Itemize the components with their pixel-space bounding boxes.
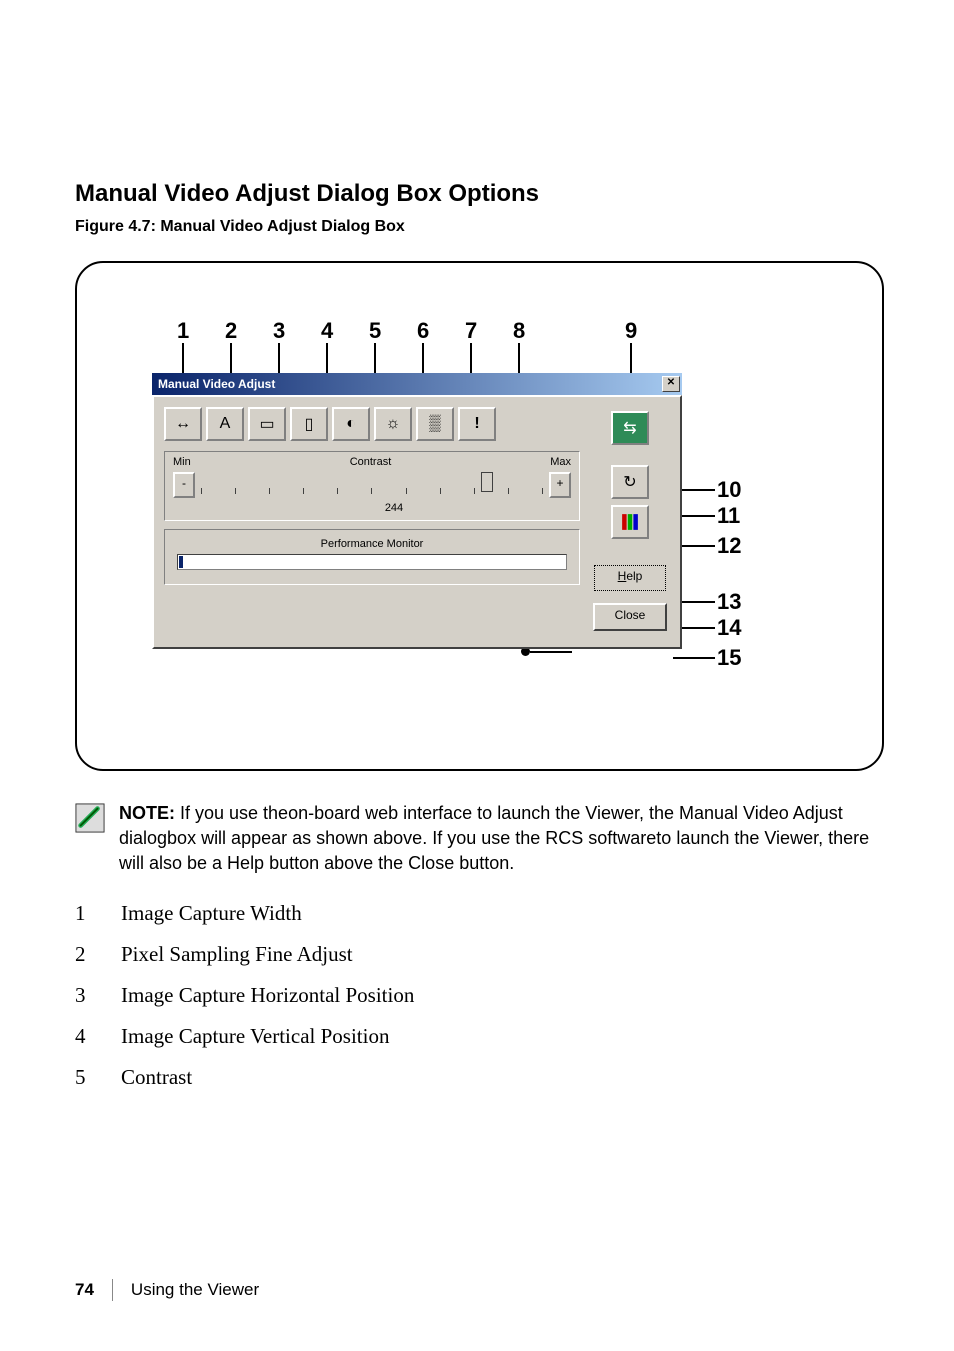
callout-13: 13 xyxy=(717,589,741,615)
auto-adjust-icon[interactable]: ⇆ xyxy=(611,411,649,445)
callout-line xyxy=(530,651,572,653)
legend-num: 2 xyxy=(75,942,93,967)
noise-icon[interactable]: ▒ xyxy=(416,407,454,441)
callout-7: 7 xyxy=(465,318,477,344)
performance-bar xyxy=(177,554,567,570)
callout-8: 8 xyxy=(513,318,525,344)
legend-item: 3 Image Capture Horizontal Position xyxy=(75,983,884,1008)
callout-3: 3 xyxy=(273,318,285,344)
callout-1: 1 xyxy=(177,318,189,344)
slider-decrement-button[interactable]: - xyxy=(173,472,195,498)
note-label: NOTE: xyxy=(119,803,175,823)
legend-num: 3 xyxy=(75,983,93,1008)
slider-max-label: Max xyxy=(550,456,571,468)
callout-10: 10 xyxy=(717,477,741,503)
legend-text: Image Capture Vertical Position xyxy=(121,1024,389,1049)
chapter-title: Using the Viewer xyxy=(131,1280,259,1300)
width-icon[interactable]: ↔ xyxy=(164,407,202,441)
legend-item: 1 Image Capture Width xyxy=(75,901,884,926)
callout-14: 14 xyxy=(717,615,741,641)
figure-caption: Figure 4.7: Manual Video Adjust Dialog B… xyxy=(75,218,884,236)
refresh-icon[interactable]: ↻ xyxy=(611,465,649,499)
close-icon[interactable]: ✕ xyxy=(662,376,680,392)
slider-track[interactable] xyxy=(201,470,543,500)
note-body: If you use theon-board web interface to … xyxy=(119,803,869,873)
legend-text: Image Capture Horizontal Position xyxy=(121,983,414,1008)
fine-adjust-icon[interactable]: A xyxy=(206,407,244,441)
help-button[interactable]: Help xyxy=(594,565,666,591)
legend-item: 4 Image Capture Vertical Position xyxy=(75,1024,884,1049)
footer-divider xyxy=(112,1279,113,1301)
callout-2: 2 xyxy=(225,318,237,344)
toolbar: ↔ A ▭ ▯ ◐ ☼ ▒ ! xyxy=(164,407,580,441)
callout-5: 5 xyxy=(369,318,381,344)
legend-item: 2 Pixel Sampling Fine Adjust xyxy=(75,942,884,967)
legend-num: 4 xyxy=(75,1024,93,1049)
section-heading: Manual Video Adjust Dialog Box Options xyxy=(75,180,884,208)
dialog-title: Manual Video Adjust xyxy=(158,377,275,391)
performance-panel: Performance Monitor xyxy=(164,529,580,585)
slider-value: 244 xyxy=(217,502,571,514)
horizontal-pos-icon[interactable]: ▭ xyxy=(248,407,286,441)
contrast-icon[interactable]: ◐ xyxy=(332,407,370,441)
callout-6: 6 xyxy=(417,318,429,344)
figure-frame: 1 2 3 4 5 6 7 8 9 10 11 12 13 14 15 xyxy=(75,261,884,771)
callout-15: 15 xyxy=(717,645,741,671)
color-bars-icon[interactable] xyxy=(611,505,649,539)
dialog-body: ↔ A ▭ ▯ ◐ ☼ ▒ ! Min Contrast xyxy=(152,395,682,649)
brightness-icon[interactable]: ☼ xyxy=(374,407,412,441)
note-block: NOTE: If you use theon-board web interfa… xyxy=(75,801,884,877)
callout-4: 4 xyxy=(321,318,333,344)
legend-num: 5 xyxy=(75,1065,93,1090)
slider-name: Contrast xyxy=(350,456,392,468)
legend-item: 5 Contrast xyxy=(75,1065,884,1090)
titlebar[interactable]: Manual Video Adjust ✕ xyxy=(152,373,682,395)
note-icon xyxy=(75,803,105,833)
priority-icon[interactable]: ! xyxy=(458,407,496,441)
close-button[interactable]: Close xyxy=(593,603,667,631)
legend-list: 1 Image Capture Width 2 Pixel Sampling Fin… xyxy=(75,901,884,1090)
page-number: 74 xyxy=(75,1280,94,1300)
callout-11: 11 xyxy=(717,503,740,529)
dialog: Manual Video Adjust ✕ ↔ A ▭ ▯ ◐ ☼ ▒ xyxy=(152,373,682,649)
legend-text: Image Capture Width xyxy=(121,901,302,926)
page-footer: 74 Using the Viewer xyxy=(75,1279,259,1301)
slider-increment-button[interactable]: + xyxy=(549,472,571,498)
slider-panel: Min Contrast Max - xyxy=(164,451,580,521)
legend-text: Pixel Sampling Fine Adjust xyxy=(121,942,353,967)
callout-12: 12 xyxy=(717,533,741,559)
legend-text: Contrast xyxy=(121,1065,192,1090)
vertical-pos-icon[interactable]: ▯ xyxy=(290,407,328,441)
legend-num: 1 xyxy=(75,901,93,926)
performance-label: Performance Monitor xyxy=(177,538,567,550)
slider-thumb[interactable] xyxy=(481,472,493,492)
slider-min-label: Min xyxy=(173,456,191,468)
callout-9: 9 xyxy=(625,318,637,344)
note-text: NOTE: If you use theon-board web interfa… xyxy=(119,801,884,877)
callout-line xyxy=(673,657,715,659)
